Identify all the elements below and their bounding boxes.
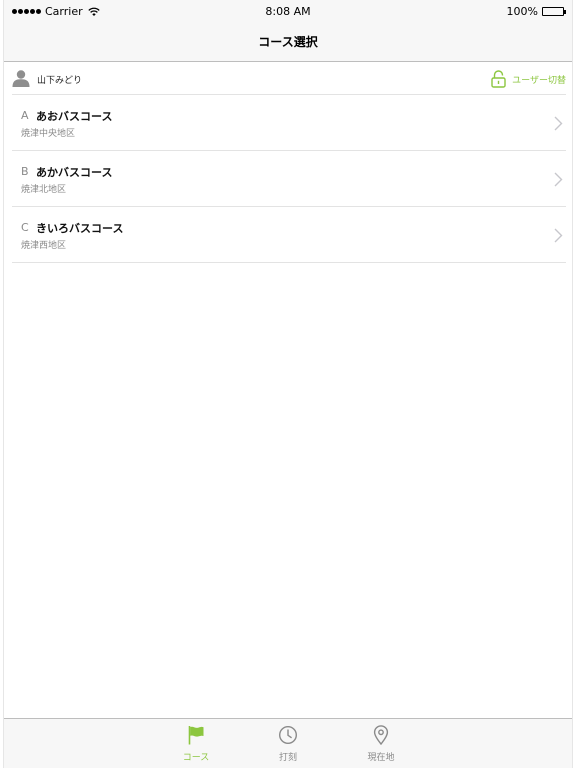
course-letter: C xyxy=(21,221,29,234)
unlock-icon xyxy=(491,70,506,88)
tab-label: 現在地 xyxy=(367,753,395,763)
course-area: 焼津中央地区 xyxy=(21,129,76,139)
location-pin-icon xyxy=(373,725,389,745)
course-name: あおバスコース xyxy=(36,110,113,123)
tab-label: 打刻 xyxy=(278,753,297,763)
tab-course[interactable]: コース xyxy=(166,725,226,763)
battery-icon xyxy=(542,7,566,16)
status-bar: Carrier 8:08 AM 100% xyxy=(4,0,572,22)
status-time: 8:08 AM xyxy=(265,5,311,18)
status-right: 100% xyxy=(506,5,566,18)
course-area: 焼津北地区 xyxy=(21,185,67,195)
course-letter: B xyxy=(21,165,29,178)
course-letter: A xyxy=(21,109,29,122)
app-window: Carrier 8:08 AM 100% コース選択 山下みどり ユーザー切替 … xyxy=(3,0,573,768)
course-name: きいろバスコース xyxy=(36,222,124,235)
user-avatar-icon xyxy=(12,70,30,87)
navigation-bar: コース選択 xyxy=(4,22,572,62)
course-item-a[interactable]: A あおバスコース 焼津中央地区 xyxy=(12,95,566,151)
course-list: A あおバスコース 焼津中央地区 B あかバスコース 焼津北地区 C きいろバス… xyxy=(12,95,566,263)
course-area: 焼津西地区 xyxy=(21,241,67,251)
tab-bar: コース 打刻 現在地 xyxy=(4,718,572,768)
tab-punch[interactable]: 打刻 xyxy=(258,725,318,763)
chevron-right-icon xyxy=(554,228,563,243)
course-item-c[interactable]: C きいろバスコース 焼津西地区 xyxy=(12,207,566,263)
chevron-right-icon xyxy=(554,116,563,131)
flag-icon xyxy=(188,726,204,745)
tab-location[interactable]: 現在地 xyxy=(351,725,411,763)
chevron-right-icon xyxy=(554,172,563,187)
user-name: 山下みどり xyxy=(37,76,83,86)
course-name: あかバスコース xyxy=(36,166,113,179)
battery-percentage: 100% xyxy=(506,5,538,18)
course-item-b[interactable]: B あかバスコース 焼津北地区 xyxy=(12,151,566,207)
tab-label: コース xyxy=(182,753,210,763)
switch-user-button[interactable]: ユーザー切替 xyxy=(491,69,566,89)
page-title: コース選択 xyxy=(258,35,318,49)
clock-icon xyxy=(278,725,298,745)
user-row: 山下みどり ユーザー切替 xyxy=(12,63,566,95)
switch-user-label: ユーザー切替 xyxy=(512,75,566,86)
